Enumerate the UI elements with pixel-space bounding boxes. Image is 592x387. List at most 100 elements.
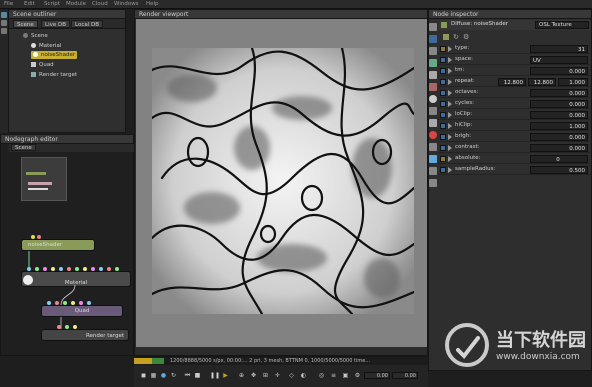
- tab-live-db[interactable]: Live DB: [41, 20, 70, 28]
- focus-icon[interactable]: ◎: [318, 372, 325, 379]
- pin[interactable]: [87, 301, 91, 305]
- pin[interactable]: [47, 301, 51, 305]
- color-icon[interactable]: ◐: [300, 372, 307, 379]
- coord-x-field[interactable]: 0.00: [364, 372, 390, 379]
- prop-toggle[interactable]: [440, 123, 446, 129]
- tree-item-render-target[interactable]: Render target: [31, 71, 77, 79]
- expand-icon[interactable]: [448, 112, 452, 118]
- pin[interactable]: [59, 267, 63, 271]
- prop-value[interactable]: 31: [530, 45, 588, 53]
- pin[interactable]: [51, 267, 55, 271]
- prop-toggle[interactable]: [440, 57, 446, 63]
- layers-icon[interactable]: ≡: [330, 372, 337, 379]
- menu-file[interactable]: File: [4, 1, 13, 7]
- pin[interactable]: [75, 267, 79, 271]
- menu-cloud[interactable]: Cloud: [92, 1, 108, 7]
- prop-value[interactable]: 12.800: [528, 78, 556, 86]
- folder-icon[interactable]: [1, 28, 7, 34]
- prop-value[interactable]: 0.500: [530, 166, 588, 174]
- zoom-icon[interactable]: ⊕: [238, 372, 245, 379]
- pin[interactable]: [107, 267, 111, 271]
- pin[interactable]: [91, 267, 95, 271]
- filter-icon[interactable]: [443, 34, 449, 40]
- pin[interactable]: [71, 301, 75, 305]
- settings-icon[interactable]: ⚙: [463, 33, 469, 41]
- pin[interactable]: [37, 235, 41, 239]
- expand-icon[interactable]: [448, 90, 452, 96]
- tool-icon[interactable]: [429, 23, 437, 31]
- expand-icon[interactable]: [448, 101, 452, 107]
- prop-value[interactable]: 1.000: [530, 122, 588, 130]
- prop-value[interactable]: 1.000: [558, 78, 588, 86]
- db-icon[interactable]: [1, 20, 7, 26]
- tree-root-scene[interactable]: Scene: [23, 32, 48, 40]
- pin[interactable]: [55, 301, 59, 305]
- pin[interactable]: [67, 267, 71, 271]
- pin[interactable]: [57, 325, 61, 329]
- menu-edit[interactable]: Edit: [24, 1, 35, 7]
- refresh-icon[interactable]: ↻: [453, 33, 459, 41]
- menu-help[interactable]: Help: [146, 1, 159, 7]
- grid-icon[interactable]: ▦: [150, 372, 157, 379]
- prop-toggle[interactable]: [440, 46, 446, 52]
- prop-toggle[interactable]: [440, 90, 446, 96]
- prop-value[interactable]: 0: [530, 155, 588, 163]
- prop-toggle[interactable]: [440, 156, 446, 162]
- prop-value[interactable]: 0.000: [530, 100, 588, 108]
- prop-toggle[interactable]: [440, 112, 446, 118]
- expand-icon[interactable]: [448, 79, 452, 85]
- prop-toggle[interactable]: [440, 68, 446, 74]
- pin[interactable]: [35, 267, 39, 271]
- expand-icon[interactable]: [448, 134, 452, 140]
- pick-icon[interactable]: ◇: [288, 372, 295, 379]
- pin[interactable]: [79, 301, 83, 305]
- tool-icon[interactable]: [429, 35, 437, 43]
- expand-icon[interactable]: [448, 123, 452, 129]
- lock-icon[interactable]: ▣: [342, 372, 349, 379]
- sphere-icon[interactable]: ●: [160, 372, 167, 379]
- camera-icon[interactable]: ◼: [140, 372, 147, 379]
- prop-value[interactable]: 0.000: [530, 144, 588, 152]
- tree-item-quad[interactable]: Quad: [31, 61, 54, 69]
- play-icon[interactable]: ▶: [222, 372, 229, 379]
- pin[interactable]: [99, 267, 103, 271]
- pin[interactable]: [31, 235, 35, 239]
- tree-item-noiseshader[interactable]: noiseShader: [31, 51, 78, 59]
- tab-scene[interactable]: Scene: [13, 20, 38, 28]
- shader-type-select[interactable]: OSL Texture: [535, 21, 589, 29]
- settings-icon[interactable]: ⚙: [354, 372, 361, 379]
- pin[interactable]: [63, 301, 67, 305]
- first-frame-icon[interactable]: ⏮: [184, 372, 191, 379]
- pause-icon[interactable]: ❚❚: [210, 372, 220, 379]
- prop-value[interactable]: 12.800: [498, 78, 526, 86]
- expand-icon[interactable]: [448, 46, 452, 52]
- expand-icon[interactable]: [448, 68, 452, 74]
- pan-icon[interactable]: ✥: [250, 372, 257, 379]
- refresh-icon[interactable]: ↻: [170, 372, 177, 379]
- menu-windows[interactable]: Windows: [114, 1, 139, 7]
- prop-toggle[interactable]: [440, 101, 446, 107]
- prop-value[interactable]: 0.000: [530, 133, 588, 141]
- tab-local-db[interactable]: Local DB: [71, 20, 104, 28]
- coord-y-field[interactable]: 0.00: [392, 372, 418, 379]
- expand-icon[interactable]: [448, 145, 452, 151]
- prop-toggle[interactable]: [440, 134, 446, 140]
- prop-value[interactable]: UV: [530, 56, 588, 64]
- prop-value[interactable]: 0.000: [530, 67, 588, 75]
- prop-toggle[interactable]: [440, 167, 446, 173]
- pin[interactable]: [27, 267, 31, 271]
- pin[interactable]: [83, 267, 87, 271]
- move-icon[interactable]: ✛: [274, 372, 281, 379]
- pin[interactable]: [65, 325, 69, 329]
- expand-icon[interactable]: [448, 156, 452, 162]
- pin[interactable]: [73, 325, 77, 329]
- prop-value[interactable]: 0.000: [530, 111, 588, 119]
- stop-icon[interactable]: ■: [194, 372, 201, 379]
- render-image[interactable]: [152, 48, 414, 314]
- prop-toggle[interactable]: [440, 79, 446, 85]
- crop-icon[interactable]: ⊞: [262, 372, 269, 379]
- prop-value[interactable]: 0.000: [530, 89, 588, 97]
- scene-icon[interactable]: [1, 12, 7, 18]
- expand-icon[interactable]: [448, 167, 452, 173]
- pin[interactable]: [115, 267, 119, 271]
